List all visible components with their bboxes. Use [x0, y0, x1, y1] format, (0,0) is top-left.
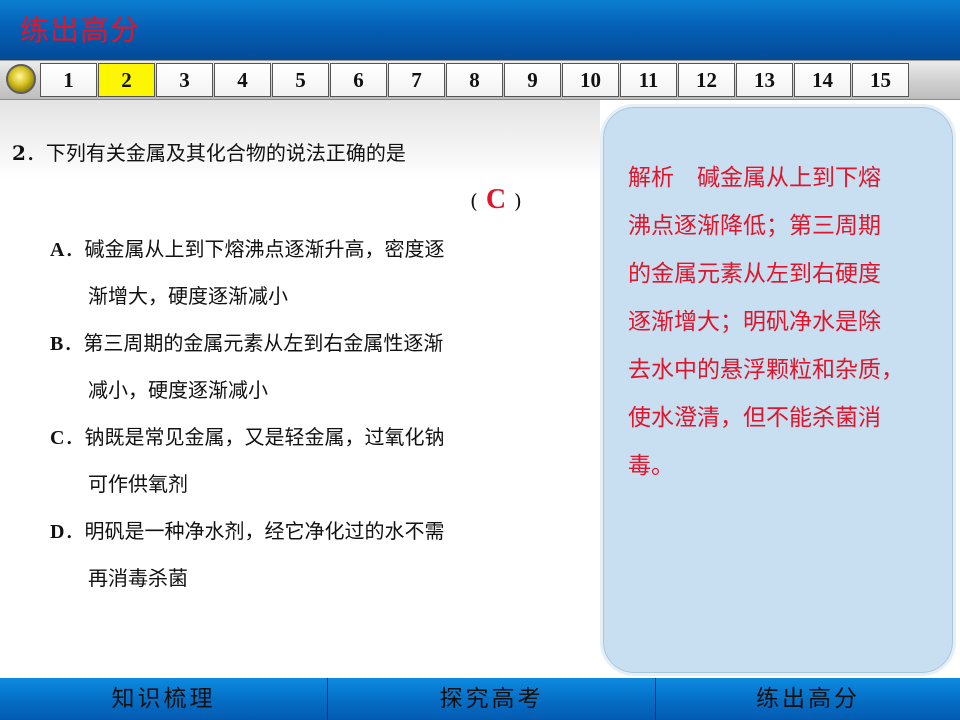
- analysis-line-7: 毒。: [628, 453, 674, 479]
- options-list: A．碱金属从上到下熔沸点逐渐升高，密度逐 渐增大，硬度逐渐减小 B．第三周期的金…: [50, 226, 550, 602]
- nav-number-6[interactable]: 6: [330, 63, 387, 97]
- nav-number-8[interactable]: 8: [446, 63, 503, 97]
- answer-letter: C: [485, 184, 507, 215]
- nav-number-2[interactable]: 2: [98, 63, 155, 97]
- option-a-sep: ．: [64, 237, 85, 261]
- option-d-label: D: [50, 521, 65, 543]
- nav-number-12[interactable]: 12: [678, 63, 735, 97]
- footer-tab-knowledge[interactable]: 知识梳理: [0, 678, 328, 720]
- option-c[interactable]: C．钠既是常见金属，又是轻金属，过氧化钠 可作供氧剂: [50, 414, 550, 508]
- option-a-text-1: 碱金属从上到下熔沸点逐渐升高，密度逐: [84, 237, 445, 261]
- nav-number-3[interactable]: 3: [156, 63, 213, 97]
- nav-number-11[interactable]: 11: [620, 63, 677, 97]
- option-b-label: B: [50, 333, 64, 355]
- option-b-text-1: 第三周期的金属元素从左到右金属性逐渐: [83, 331, 444, 355]
- nav-number-4[interactable]: 4: [214, 63, 271, 97]
- analysis-text: 解析 碱金属从上到下熔 沸点逐渐降低；第三周期 的金属元素从左到右硬度 逐渐增大…: [628, 154, 938, 490]
- nav-number-5[interactable]: 5: [272, 63, 329, 97]
- option-a-text-2: 渐增大，硬度逐渐减小: [88, 284, 288, 308]
- question-number-separator: ．: [25, 141, 46, 165]
- nav-number-13[interactable]: 13: [736, 63, 793, 97]
- question-number: 2: [12, 141, 26, 165]
- analysis-line-4: 逐渐增大；明矾净水是除: [628, 309, 881, 335]
- nav-number-14[interactable]: 14: [794, 63, 851, 97]
- answer-close-paren: ): [514, 189, 522, 213]
- answer-open-paren: (: [470, 189, 478, 213]
- question-nav-strip: 1 2 3 4 5 6 7 8 9 10 11 12 13 14 15: [0, 60, 960, 100]
- yellow-orb-icon[interactable]: [6, 64, 36, 94]
- option-b[interactable]: B．第三周期的金属元素从左到右金属性逐渐 减小，硬度逐渐减小: [50, 320, 550, 414]
- nav-number-9[interactable]: 9: [504, 63, 561, 97]
- option-d-text-2: 再消毒杀菌: [88, 566, 188, 590]
- option-c-label: C: [50, 427, 65, 449]
- header-bar: 练出高分: [0, 0, 960, 60]
- question-block: 2．下列有关金属及其化合物的说法正确的是: [12, 136, 552, 170]
- analysis-line-1: 解析 碱金属从上到下熔: [628, 165, 881, 191]
- slide: 练出高分 1 2 3 4 5 6 7 8 9 10 11 12 13 14 15…: [0, 0, 960, 720]
- nav-number-15[interactable]: 15: [852, 63, 909, 97]
- option-c-text-1: 钠既是常见金属，又是轻金属，过氧化钠: [84, 425, 445, 449]
- option-d-text-1: 明矾是一种净水剂，经它净化过的水不需: [84, 519, 445, 543]
- footer-tab-exam[interactable]: 探究高考: [328, 678, 656, 720]
- footer-nav: 知识梳理 探究高考 练出高分: [0, 678, 960, 720]
- option-b-text-2: 减小，硬度逐渐减小: [88, 378, 268, 402]
- analysis-line-5: 去水中的悬浮颗粒和杂质，: [628, 357, 904, 383]
- nav-number-10[interactable]: 10: [562, 63, 619, 97]
- nav-number-7[interactable]: 7: [388, 63, 445, 97]
- option-c-sep: ．: [64, 425, 85, 449]
- footer-tab-practice[interactable]: 练出高分: [656, 678, 960, 720]
- analysis-line-6: 使水澄清，但不能杀菌消: [628, 405, 881, 431]
- question-stem: 2．下列有关金属及其化合物的说法正确的是: [12, 136, 552, 170]
- analysis-line-2: 沸点逐渐降低；第三周期: [628, 213, 881, 239]
- option-a-label: A: [50, 239, 65, 261]
- option-c-text-2: 可作供氧剂: [88, 472, 188, 496]
- analysis-line-3: 的金属元素从左到右硬度: [628, 261, 881, 287]
- answer-line: ( C): [470, 182, 522, 218]
- option-a[interactable]: A．碱金属从上到下熔沸点逐渐升高，密度逐 渐增大，硬度逐渐减小: [50, 226, 550, 320]
- option-d[interactable]: D．明矾是一种净水剂，经它净化过的水不需 再消毒杀菌: [50, 508, 550, 602]
- option-d-sep: ．: [64, 519, 85, 543]
- question-number-bar: 1 2 3 4 5 6 7 8 9 10 11 12 13 14 15: [40, 63, 910, 97]
- page-title: 练出高分: [20, 13, 141, 47]
- question-stem-text: 下列有关金属及其化合物的说法正确的是: [45, 141, 406, 165]
- option-b-sep: ．: [63, 331, 84, 355]
- nav-number-1[interactable]: 1: [40, 63, 97, 97]
